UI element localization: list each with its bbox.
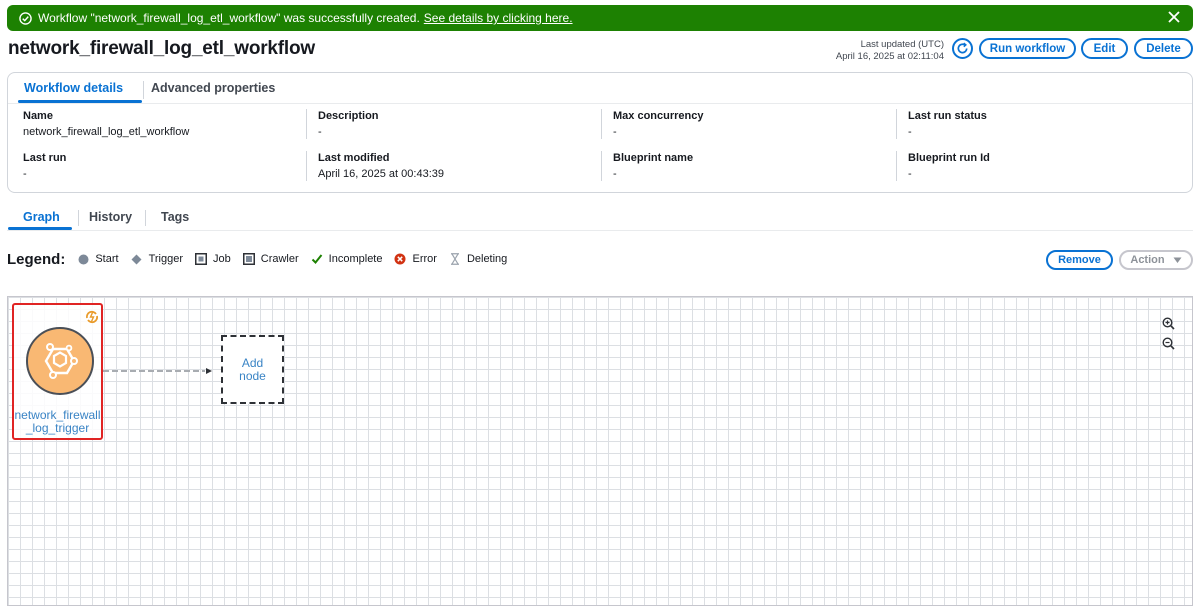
graph-legend: Legend: Start Trigger Job Crawler Incomp… xyxy=(7,249,513,269)
tab-graph[interactable]: Graph xyxy=(23,210,60,224)
legend-label: Job xyxy=(213,253,231,265)
legend-label: Error xyxy=(412,253,437,265)
field-blueprint-run-id: Blueprint run Id - xyxy=(908,152,1178,180)
field-last-run-status: Last run status - xyxy=(908,110,1178,138)
legend-start: Start xyxy=(77,253,119,265)
start-icon xyxy=(77,253,89,265)
details-tabs: Workflow details Advanced properties xyxy=(8,73,1192,104)
column-divider xyxy=(896,109,897,139)
field-value: - xyxy=(908,168,912,180)
caret-down-icon xyxy=(1173,257,1182,263)
field-last-run: Last run - xyxy=(23,152,293,180)
page-title: network_firewall_log_etl_workflow xyxy=(8,38,315,59)
tabs-divider xyxy=(7,230,1193,231)
legend-job: Job xyxy=(195,253,231,265)
field-label: Blueprint name xyxy=(613,152,694,164)
action-label: Action xyxy=(1130,254,1165,266)
workflow-details-panel: Workflow details Advanced properties Nam… xyxy=(7,72,1193,193)
graph-edge xyxy=(103,368,212,374)
hourglass-icon xyxy=(449,253,461,265)
field-value: network_firewall_log_etl_workflow xyxy=(23,126,190,138)
zoom-out-icon[interactable] xyxy=(1160,335,1176,351)
event-trigger-icon xyxy=(26,327,94,395)
last-updated-value: April 16, 2025 at 02:11:04 xyxy=(835,51,944,62)
success-flash-banner: Workflow "network_firewall_log_etl_workf… xyxy=(7,5,1193,31)
flash-message: Workflow "network_firewall_log_etl_workf… xyxy=(38,11,420,25)
legend-label: Trigger xyxy=(148,253,184,265)
remove-button[interactable]: Remove xyxy=(1046,250,1113,270)
field-last-modified: Last modified April 16, 2025 at 00:43:39 xyxy=(318,152,588,180)
field-value: - xyxy=(613,168,617,180)
field-label: Max concurrency xyxy=(613,110,704,122)
close-icon[interactable] xyxy=(1167,10,1181,24)
add-node-label: node xyxy=(239,368,266,383)
column-divider xyxy=(306,151,307,181)
field-label: Name xyxy=(23,110,53,122)
run-workflow-button[interactable]: Run workflow xyxy=(979,38,1076,59)
field-label: Description xyxy=(318,110,379,122)
trigger-node[interactable]: network_firewall_log_trigger xyxy=(12,303,103,440)
event-trigger-badge-icon xyxy=(84,309,100,325)
legend-label: Crawler xyxy=(260,253,299,265)
field-max-concurrency: Max concurrency - xyxy=(613,110,883,138)
add-node-button[interactable]: Add node xyxy=(221,335,284,404)
field-description: Description - xyxy=(318,110,588,138)
field-label: Blueprint run Id xyxy=(908,152,990,164)
column-divider xyxy=(601,151,602,181)
column-divider xyxy=(601,109,602,139)
tab-history[interactable]: History xyxy=(89,210,132,224)
edit-button[interactable]: Edit xyxy=(1081,38,1128,59)
legend-deleting: Deleting xyxy=(449,253,507,265)
tab-tags[interactable]: Tags xyxy=(161,210,189,224)
job-icon xyxy=(195,253,208,265)
tab-divider xyxy=(145,210,146,226)
tab-divider xyxy=(143,81,144,99)
check-circle-icon xyxy=(19,11,32,25)
last-updated-label: Last updated (UTC) xyxy=(860,39,944,50)
field-name: Name network_firewall_log_etl_workflow xyxy=(23,110,293,138)
tab-divider xyxy=(78,210,79,226)
action-dropdown[interactable]: Action xyxy=(1119,250,1193,270)
column-divider xyxy=(896,151,897,181)
field-blueprint-name: Blueprint name - xyxy=(613,152,883,180)
zoom-in-icon[interactable] xyxy=(1160,315,1176,331)
add-node-label: Add xyxy=(241,355,264,370)
field-value: - xyxy=(23,168,27,180)
tab-advanced-properties[interactable]: Advanced properties xyxy=(151,81,275,95)
field-value: - xyxy=(318,126,322,138)
flash-details-link[interactable]: See details by clicking here. xyxy=(424,11,573,25)
trigger-node-label: network_firewall_log_trigger xyxy=(14,408,101,435)
legend-label: Incomplete xyxy=(328,253,383,265)
legend-label: Deleting xyxy=(466,253,508,265)
legend-incomplete: Incomplete xyxy=(311,253,383,265)
field-value: - xyxy=(908,126,912,138)
refresh-icon xyxy=(957,42,968,54)
crawler-icon xyxy=(242,253,255,265)
field-value: - xyxy=(613,126,617,138)
workflow-graph-canvas[interactable]: network_firewall_log_trigger Add node xyxy=(7,296,1193,606)
field-label: Last run status xyxy=(908,110,987,122)
active-tab-indicator xyxy=(18,100,142,103)
legend-trigger: Trigger xyxy=(131,253,183,265)
legend-title: Legend: xyxy=(7,250,66,268)
field-value: April 16, 2025 at 00:43:39 xyxy=(318,168,444,180)
delete-button[interactable]: Delete xyxy=(1134,38,1193,59)
legend-label: Start xyxy=(95,253,119,265)
legend-crawler: Crawler xyxy=(242,253,299,265)
check-icon xyxy=(311,253,323,265)
tab-workflow-details[interactable]: Workflow details xyxy=(24,81,123,95)
legend-error: Error xyxy=(394,253,437,265)
last-updated: Last updated (UTC) April 16, 2025 at 02:… xyxy=(800,39,944,63)
refresh-button[interactable] xyxy=(952,38,973,59)
column-divider xyxy=(306,109,307,139)
field-label: Last run xyxy=(23,152,67,164)
field-label: Last modified xyxy=(318,152,390,164)
error-icon xyxy=(394,253,406,265)
trigger-icon xyxy=(131,253,143,265)
